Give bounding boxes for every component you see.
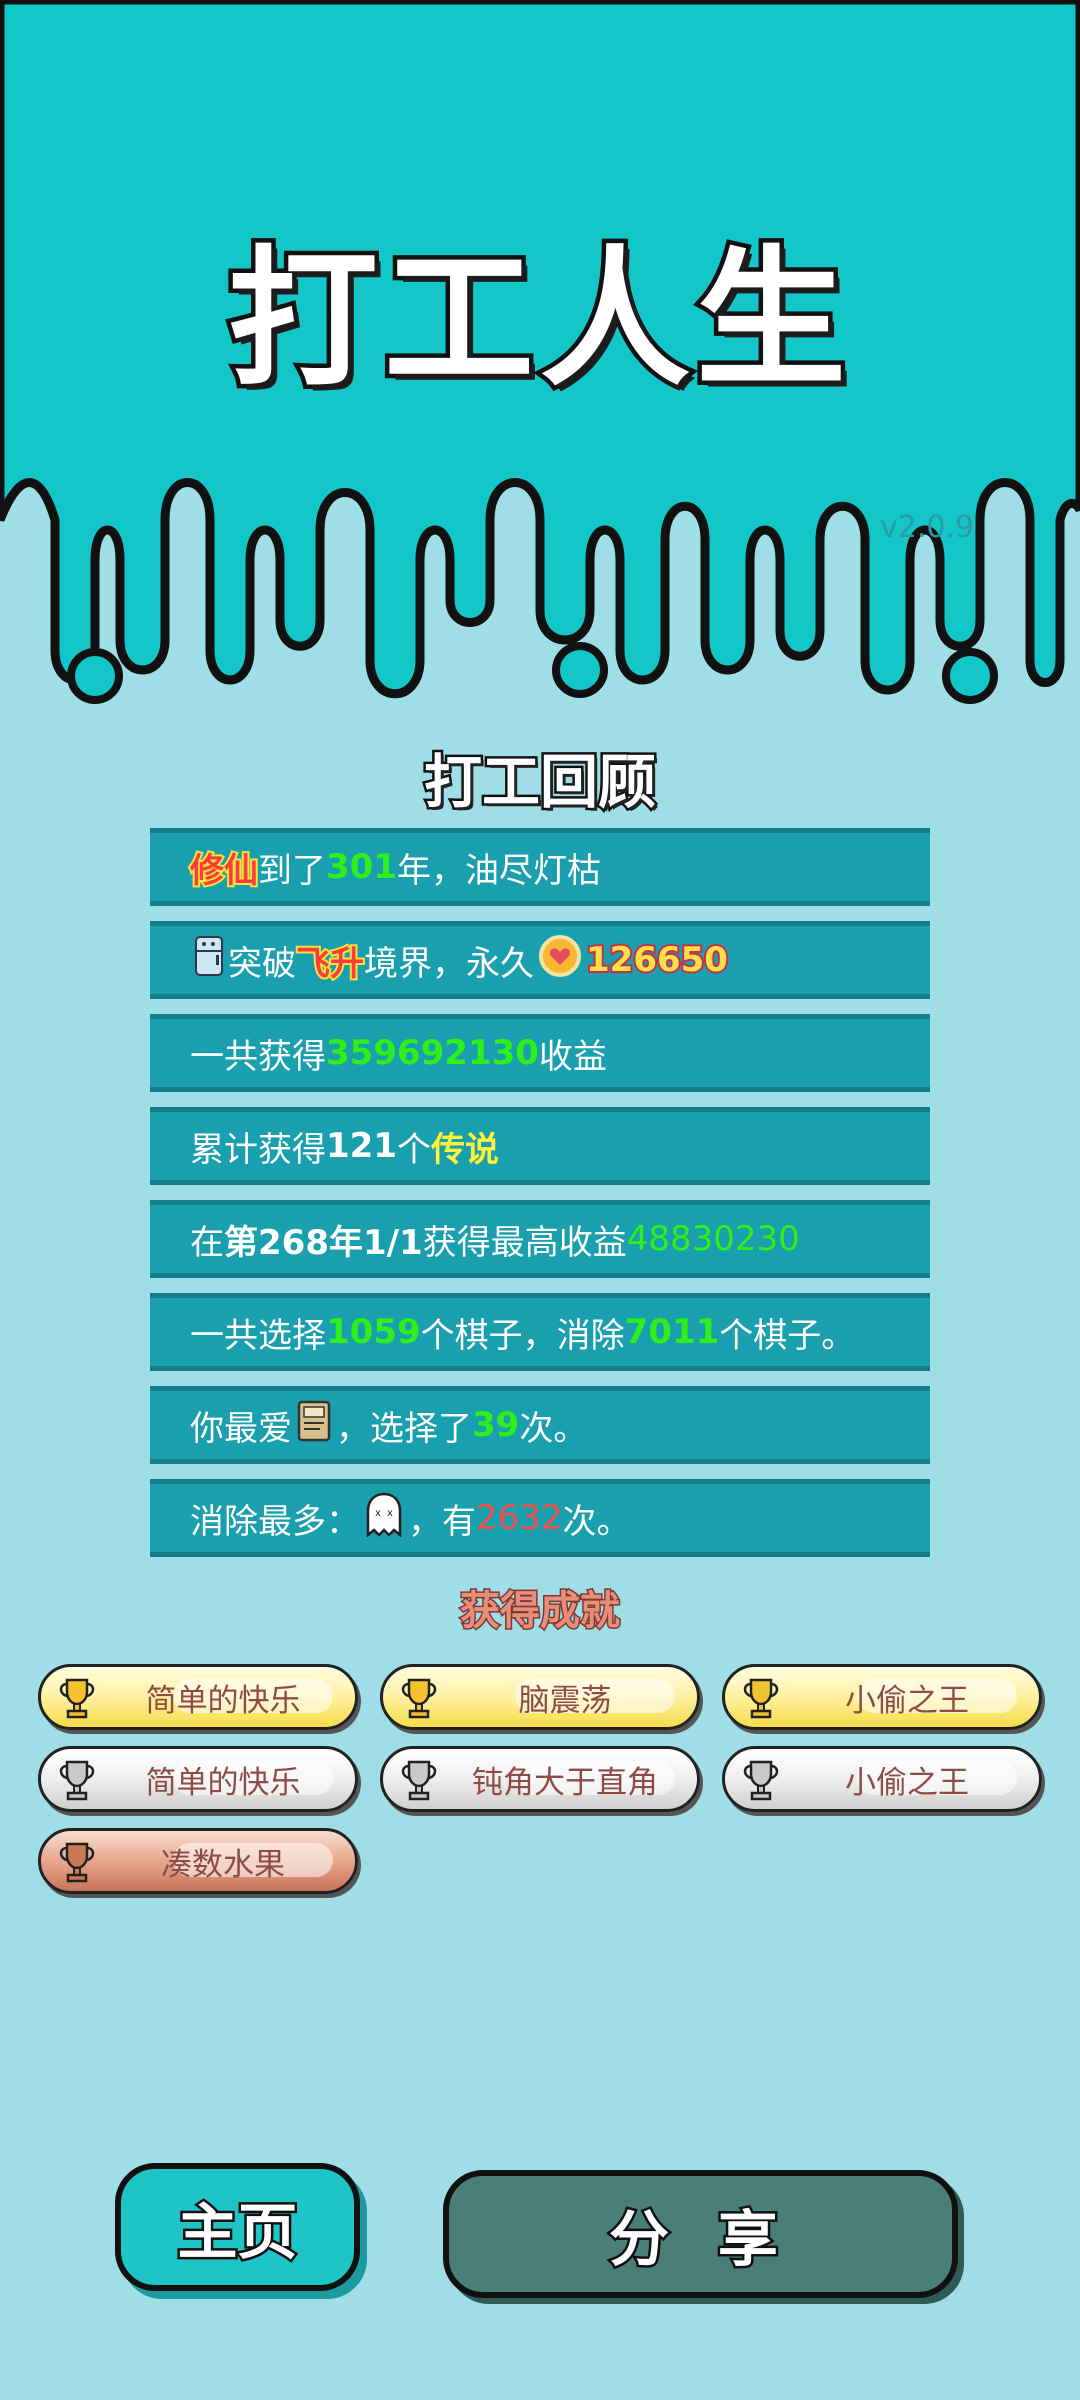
fridge-icon: [194, 935, 224, 986]
share-button[interactable]: 分 享: [443, 2170, 958, 2298]
achievement-badge[interactable]: 简单的快乐: [38, 1746, 358, 1812]
stat-text: 你最爱: [190, 1408, 292, 1449]
stat-text: 消除最多：: [190, 1501, 360, 1542]
achievement-label: 脑震荡: [518, 1682, 612, 1719]
stat-text: 一共获得: [190, 1036, 326, 1077]
svg-text:x: x: [387, 1508, 393, 1519]
stat-text: 境界，永久: [364, 943, 534, 984]
achievement-label: 简单的快乐: [145, 1682, 301, 1719]
ghost-icon: xx: [364, 1491, 404, 1546]
hero-banner: 打工人生 v2.0.9: [0, 0, 1080, 720]
achievement-label: 凑数水果: [161, 1846, 285, 1883]
achievement-badge[interactable]: 简单的快乐: [38, 1664, 358, 1730]
stat-text: 次。: [562, 1501, 631, 1542]
stat-text: 累计获得: [190, 1129, 326, 1170]
permanent-value: 126650: [584, 938, 730, 982]
achievement-badge[interactable]: 脑震荡: [380, 1664, 700, 1730]
achievement-badge[interactable]: 钝角大于直角: [380, 1746, 700, 1812]
years-value: 301: [326, 847, 397, 887]
stat-row-lifespan: 修仙 到了 301 年，油尽灯枯: [150, 828, 930, 906]
selected-count: 1059: [326, 1312, 421, 1352]
trophy-icon: [59, 1678, 95, 1719]
stat-text: 个: [396, 1129, 431, 1170]
version-label: v2.0.9: [880, 510, 975, 545]
stat-text: 个棋子。: [719, 1315, 856, 1356]
stat-text: 一共选择: [190, 1315, 326, 1356]
home-button[interactable]: 主页: [115, 2163, 360, 2291]
trophy-icon: [59, 1760, 95, 1801]
review-stats: 修仙 到了 301 年，油尽灯枯 突破 飞升 境界，永久 126650 一共获得…: [150, 828, 930, 1572]
game-title: 打工人生: [223, 233, 852, 407]
review-title: 打工回顾: [421, 746, 658, 819]
stat-text: ，选择了: [336, 1408, 472, 1449]
stat-row-best: 在 第268年1/1 获得最高收益 48830230: [150, 1200, 930, 1278]
best-date: 第268年1/1: [224, 1222, 423, 1263]
stat-text: 个棋子，消除: [420, 1315, 625, 1356]
achievement-label: 钝角大于直角: [472, 1764, 658, 1801]
trophy-icon: [59, 1842, 95, 1883]
stat-row-pieces: 一共选择 1059 个棋子，消除 7011 个棋子。: [150, 1293, 930, 1371]
stat-row-earnings: 一共获得 359692130 收益: [150, 1014, 930, 1092]
stat-row-ascend: 突破 飞升 境界，永久 126650: [150, 921, 930, 999]
achievement-label: 小偷之王: [845, 1764, 969, 1801]
legend-label: 传说: [430, 1129, 499, 1170]
achievement-label: 简单的快乐: [145, 1764, 301, 1801]
cultivation-label: 修仙: [188, 849, 260, 893]
stat-text: 到了: [258, 850, 326, 891]
stat-text: 在: [190, 1222, 224, 1263]
legend-count: 121: [326, 1126, 397, 1166]
stat-row-most-eliminated: 消除最多： xx ，有 2632 次。: [150, 1479, 930, 1557]
achievements-title: 获得成就: [459, 1587, 622, 1636]
earnings-value: 359692130: [326, 1033, 539, 1073]
achievement-label: 小偷之王: [845, 1682, 969, 1719]
stat-row-favorite: 你最爱 ，选择了 39 次。: [150, 1386, 930, 1464]
achievement-badge[interactable]: 凑数水果: [38, 1828, 358, 1894]
stat-text: 获得最高收益: [422, 1222, 627, 1263]
trophy-icon: [401, 1678, 437, 1719]
trophy-icon: [743, 1678, 779, 1719]
eliminated-count: 7011: [624, 1312, 720, 1352]
best-earnings-value: 48830230: [626, 1219, 800, 1259]
book-icon: [296, 1399, 332, 1452]
stat-text: 收益: [538, 1036, 607, 1077]
achievement-badge[interactable]: 小偷之王: [722, 1746, 1042, 1812]
stat-text: ，有: [408, 1501, 476, 1542]
eliminated-most-count: 2632: [476, 1498, 563, 1538]
stat-text: 次。: [519, 1408, 588, 1449]
stat-text: 突破: [228, 943, 296, 984]
svg-text:x: x: [375, 1508, 381, 1519]
favorite-count: 39: [472, 1405, 520, 1445]
coin-heart-icon: [538, 934, 582, 987]
stat-row-legend: 累计获得 121 个 传说: [150, 1107, 930, 1185]
trophy-icon: [401, 1760, 437, 1801]
stat-text: 年，油尽灯枯: [396, 850, 601, 891]
achievement-badge[interactable]: 小偷之王: [722, 1664, 1042, 1730]
trophy-icon: [743, 1760, 779, 1801]
ascend-label: 飞升: [294, 942, 366, 986]
